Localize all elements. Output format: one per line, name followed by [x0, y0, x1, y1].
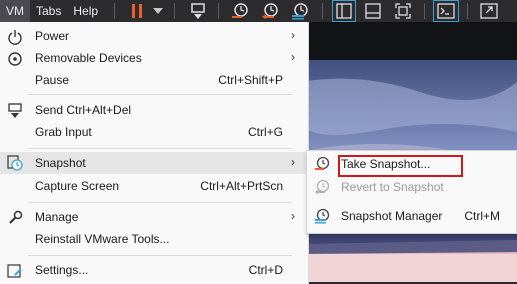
- menu-item-pause[interactable]: Pause Ctrl+Shift+P: [0, 70, 308, 91]
- menu-separator: [28, 255, 292, 256]
- toolbar: VM Tabs Help: [0, 0, 517, 22]
- toolbar-separator: [467, 3, 468, 19]
- snapshot-submenu: Take Snapshot... Revert to Snapshot Snap…: [306, 150, 517, 234]
- menu-item-label: Reinstall VMware Tools...: [35, 232, 170, 246]
- menu-item-label: Send Ctrl+Alt+Del: [35, 103, 132, 117]
- menu-item-removable-devices[interactable]: Removable Devices ›: [0, 48, 308, 69]
- submenu-item-label: Revert to Snapshot: [341, 180, 444, 194]
- fit-guest-icon[interactable]: [392, 0, 414, 22]
- menu-item-capture-screen[interactable]: Capture Screen Ctrl+Alt+PrtScn: [0, 176, 308, 197]
- toolbar-separator: [174, 3, 175, 19]
- toolbar-separator: [114, 3, 115, 19]
- revert-snapshot-icon[interactable]: [258, 0, 282, 22]
- snapshot-manager-icon[interactable]: [288, 0, 312, 22]
- menu-item-snapshot[interactable]: Snapshot ›: [0, 152, 308, 174]
- menu-item-manage[interactable]: Manage ›: [0, 207, 308, 228]
- menu-item-label: Grab Input: [35, 125, 92, 139]
- menu-item-shortcut: Ctrl+G: [247, 125, 283, 139]
- chevron-right-icon: ›: [291, 28, 295, 42]
- snapshot-manager-icon: [314, 208, 330, 224]
- wrench-icon: [7, 210, 23, 226]
- snapshot-icon: [7, 155, 23, 171]
- menu-tabs[interactable]: Tabs: [30, 0, 67, 22]
- menu-item-label: Capture Screen: [35, 179, 120, 193]
- vm-menu: Power › Removable Devices › Pause Ctrl+S…: [0, 22, 309, 284]
- chevron-right-icon: ›: [291, 209, 295, 223]
- menu-item-shortcut: Ctrl+Alt+PrtScn: [200, 179, 283, 193]
- menu-item-label: Removable Devices: [35, 51, 142, 65]
- pause-icon[interactable]: [127, 0, 147, 22]
- send-keys-icon[interactable]: [186, 0, 210, 22]
- single-view-icon[interactable]: [362, 0, 384, 22]
- fullscreen-icon[interactable]: [477, 0, 501, 22]
- take-snapshot-icon: [314, 156, 330, 172]
- submenu-item-label: Take Snapshot...: [338, 155, 463, 177]
- menu-item-shortcut: Ctrl+Shift+P: [218, 73, 283, 87]
- submenu-item-revert-to-snapshot[interactable]: Revert to Snapshot: [307, 176, 516, 198]
- menu-item-shortcut: Ctrl+D: [248, 263, 283, 277]
- chevron-right-icon: ›: [291, 155, 295, 169]
- highlight-box: [338, 155, 463, 177]
- menu-item-power[interactable]: Power ›: [0, 26, 308, 47]
- toolbar-separator: [322, 3, 323, 19]
- submenu-item-take-snapshot[interactable]: Take Snapshot...: [307, 153, 516, 177]
- toolbar-separator: [218, 3, 219, 19]
- dropdown-arrow-icon[interactable]: [151, 0, 165, 22]
- menu-separator: [28, 148, 292, 149]
- menu-help[interactable]: Help: [67, 0, 104, 22]
- send-keys-icon: [7, 103, 23, 119]
- menu-item-settings[interactable]: Settings... Ctrl+D: [0, 260, 308, 281]
- console-view-icon[interactable]: [433, 0, 459, 22]
- menu-item-label: Pause: [35, 73, 70, 87]
- chevron-right-icon: ›: [291, 50, 295, 64]
- submenu-item-snapshot-manager[interactable]: Snapshot Manager Ctrl+M: [307, 205, 516, 227]
- settings-icon: [7, 263, 23, 279]
- menu-item-send-ctrl-alt-del[interactable]: Send Ctrl+Alt+Del: [0, 100, 308, 121]
- menu-item-grab-input[interactable]: Grab Input Ctrl+G: [0, 122, 308, 143]
- power-icon: [7, 29, 23, 45]
- revert-snapshot-icon: [314, 179, 330, 195]
- submenu-item-label: Snapshot Manager: [341, 209, 443, 223]
- menu-separator: [28, 202, 292, 203]
- menu-item-reinstall-vmware-tools[interactable]: Reinstall VMware Tools...: [0, 229, 308, 250]
- removable-devices-icon: [7, 51, 23, 67]
- take-snapshot-icon[interactable]: [228, 0, 252, 22]
- toolbar-separator: [424, 3, 425, 19]
- menu-separator: [28, 94, 292, 95]
- menu-vm[interactable]: VM: [0, 0, 30, 22]
- sidebar-view-icon[interactable]: [332, 0, 356, 22]
- menu-item-label: Power: [35, 29, 70, 43]
- menu-item-label: Snapshot: [35, 156, 86, 170]
- menu-item-label: Manage: [35, 210, 79, 224]
- menu-item-label: Settings...: [35, 263, 89, 277]
- submenu-item-shortcut: Ctrl+M: [464, 209, 500, 223]
